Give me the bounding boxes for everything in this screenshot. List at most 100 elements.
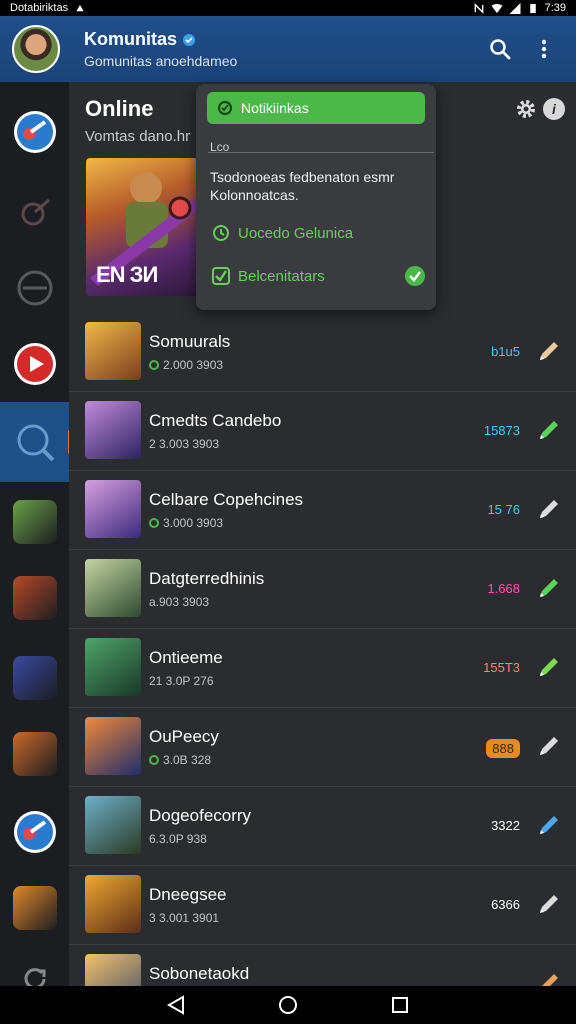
- featured-banner[interactable]: EN ЗИ: [86, 158, 198, 296]
- row-subtitle: 6.3.0P 938: [149, 832, 207, 846]
- notification-bell-icon: [217, 100, 233, 116]
- row-subtitle: a.903 3903: [149, 595, 209, 609]
- row-subtitle: 3.000 3903: [149, 516, 223, 530]
- sidebar-item-7[interactable]: [0, 558, 69, 638]
- row-thumbnail: [85, 322, 141, 380]
- system-nav-bar: [0, 986, 576, 1024]
- row-title: Cmedts Candebo: [149, 411, 282, 430]
- sidebar-item-10[interactable]: [0, 792, 69, 872]
- row-title: Dneegsee: [149, 885, 227, 904]
- sidebar-item-9[interactable]: [0, 714, 69, 794]
- app-root: Dotabiriktas 7:39 Komunitas Gomunitas an…: [0, 0, 576, 1024]
- community-list: Somuurals 2.000 3903 b1u5 Cmedts Candebo 2 3…: [69, 312, 576, 986]
- game-thumbnail: [12, 576, 57, 620]
- check-circle-icon: [405, 266, 425, 286]
- edit-pencil-icon[interactable]: [536, 338, 562, 364]
- popup-option-1[interactable]: Uocedo Gelunica: [212, 224, 426, 242]
- row-thumbnail: [85, 875, 141, 933]
- row-title: Dogeofecorry: [149, 806, 252, 825]
- game-thumbnail: [12, 732, 57, 776]
- list-item[interactable]: Somuurals 2.000 3903 b1u5: [69, 312, 576, 392]
- edit-pencil-icon[interactable]: [536, 496, 562, 522]
- popup-notification-pill[interactable]: Notikiinkas: [207, 92, 425, 124]
- status-bar: Dotabiriktas 7:39: [0, 0, 576, 16]
- sidebar-item-2[interactable]: [0, 172, 69, 252]
- popup-option-2-label: Belcenitatars: [238, 267, 325, 285]
- row-title: Somuurals: [149, 332, 231, 351]
- section-title: Online: [85, 96, 154, 121]
- settings-gear-icon[interactable]: [515, 98, 537, 120]
- row-value: 15 76: [487, 502, 520, 517]
- sidebar-item-1[interactable]: [0, 92, 69, 172]
- list-item[interactable]: Dogeofecorry 6.3.0P 938 3322: [69, 786, 576, 866]
- edit-pencil-icon[interactable]: [536, 733, 562, 759]
- status-right: 7:39: [473, 2, 566, 14]
- search-community-icon: [17, 424, 54, 462]
- row-value: 1.668: [487, 581, 520, 596]
- sidebar-item-4[interactable]: [0, 324, 69, 404]
- list-item[interactable]: Ontieeme 21 3.0P 276 155T3: [69, 628, 576, 708]
- edit-pencil-icon[interactable]: [536, 575, 562, 601]
- youtube-play-icon: [13, 343, 56, 385]
- header-titles: Komunitas Gomunitas anoehdameo: [84, 29, 476, 69]
- popup-option-2[interactable]: Belcenitatars: [212, 265, 426, 287]
- edit-pencil-icon[interactable]: [536, 891, 562, 917]
- row-value: b1u5: [491, 344, 520, 359]
- online-status-icon: [149, 360, 159, 370]
- app-header: Komunitas Gomunitas anoehdameo: [0, 16, 576, 82]
- popup-text: Tsodonoeas fedbenaton esmr Kolonnoatcas.: [210, 169, 395, 203]
- nav-back-button[interactable]: [164, 993, 188, 1017]
- edit-pencil-icon[interactable]: [536, 417, 562, 443]
- edit-pencil-icon[interactable]: [536, 812, 562, 838]
- more-vertical-icon: [541, 39, 547, 59]
- popup-option-1-label: Uocedo Gelunica: [238, 224, 354, 242]
- game-thumbnail: [12, 656, 57, 700]
- popup-pill-label: Notikiinkas: [241, 100, 309, 116]
- row-thumbnail: [85, 638, 141, 696]
- clock-check-icon: [213, 225, 229, 241]
- checkbox-icon: [212, 267, 230, 285]
- row-value: 3322: [491, 818, 520, 833]
- row-subtitle: 3 3.001 3901: [149, 911, 219, 925]
- online-status-icon: [149, 755, 159, 765]
- banner-text: EN ЗИ: [96, 262, 158, 287]
- status-app-label: Dotabiriktas: [10, 2, 69, 14]
- row-value: 155T3: [483, 660, 520, 675]
- list-item[interactable]: Cmedts Candebo 2 3.003 3903 15873: [69, 391, 576, 471]
- sidebar-item-3[interactable]: [0, 248, 69, 328]
- edit-pencil-icon[interactable]: [536, 654, 562, 680]
- nav-home-button[interactable]: [276, 993, 300, 1017]
- list-item[interactable]: Sobonetaokd: [69, 944, 576, 986]
- row-subtitle: 2.000 3903: [149, 358, 223, 372]
- community-badge-icon: [13, 811, 56, 853]
- battery-icon: [529, 3, 536, 13]
- recents-square-icon: [392, 997, 408, 1013]
- row-subtitle-text: 2.000 3903: [163, 358, 224, 372]
- more-menu-button[interactable]: [524, 29, 564, 69]
- row-thumbnail: [85, 717, 141, 775]
- row-title: Sobonetaokd: [149, 964, 250, 983]
- row-subtitle: 3.0B 328: [149, 753, 211, 767]
- list-item[interactable]: Dneegsee 3 3.001 3901 6366: [69, 865, 576, 945]
- sidebar-item-5[interactable]: [0, 402, 72, 482]
- avatar[interactable]: [12, 25, 60, 73]
- row-subtitle-text: 3.000 3903: [163, 516, 224, 530]
- row-value: 6366: [491, 897, 520, 912]
- online-status-icon: [149, 518, 159, 528]
- nav-recents-button[interactable]: [388, 993, 412, 1017]
- status-left: Dotabiriktas: [10, 2, 86, 14]
- row-title: Datgterredhinis: [149, 569, 265, 588]
- sidebar-item-11[interactable]: [0, 868, 69, 948]
- list-item[interactable]: Datgterredhinis a.903 3903 1.668: [69, 549, 576, 629]
- list-item[interactable]: OuPeecy 3.0B 328 888: [69, 707, 576, 787]
- controller-outline-icon: [17, 270, 52, 306]
- row-thumbnail: [85, 796, 141, 854]
- info-icon[interactable]: i: [543, 98, 565, 120]
- sidebar-item-8[interactable]: [0, 638, 69, 718]
- list-item[interactable]: Celbare Copehcines 3.000 3903 15 76: [69, 470, 576, 550]
- search-button[interactable]: [480, 29, 520, 69]
- popup-divider: [208, 152, 434, 153]
- edit-pencil-icon[interactable]: [536, 970, 562, 986]
- sidebar-item-6[interactable]: [0, 482, 69, 562]
- row-subtitle-text: 3 3.001 3901: [149, 911, 220, 925]
